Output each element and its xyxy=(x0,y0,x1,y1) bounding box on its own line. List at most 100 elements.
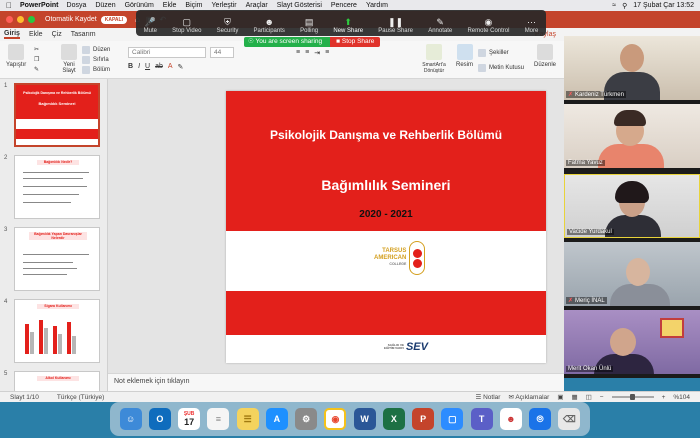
excel-icon[interactable]: X xyxy=(382,408,405,430)
language-indicator[interactable]: Türkçe (Türkiye) xyxy=(57,394,104,401)
indent-icon[interactable]: ⇥ xyxy=(314,49,320,57)
participant-tile[interactable]: Fatma Yavuz xyxy=(564,104,700,168)
zoom-slider-thumb[interactable] xyxy=(629,394,635,400)
thumbnail-slide[interactable]: Psikolojik Danışma ve Rehberlik Bölümü B… xyxy=(14,83,100,147)
sorter-view-icon[interactable]: ▦ xyxy=(571,393,577,401)
align-icon[interactable]: ≡ xyxy=(325,49,329,57)
teams-icon[interactable]: T xyxy=(470,408,493,430)
participant-tile-active-speaker[interactable]: Vacide Yurdakul xyxy=(564,174,700,238)
wifi-icon[interactable]: ≈ xyxy=(612,2,616,9)
zoom-out-icon[interactable]: − xyxy=(600,394,604,401)
participant-tile[interactable]: Merit Okan Ünlü xyxy=(564,310,700,374)
notes-pane[interactable]: Not eklemek için tıklayın xyxy=(108,373,564,391)
thumbnail-slide[interactable]: Bağımlılık Nedir? xyxy=(14,155,100,219)
copy-icon[interactable]: ❐ xyxy=(34,56,39,63)
minimize-window-button[interactable] xyxy=(17,16,24,23)
safari-icon[interactable]: ⦾ xyxy=(529,408,552,430)
trash-icon[interactable]: ⌫ xyxy=(558,408,581,430)
new-slide-button[interactable]: Yeni Slayt xyxy=(56,44,82,74)
menu-gorunum[interactable]: Görünüm xyxy=(125,2,154,9)
reminders-icon[interactable]: ≡ xyxy=(207,408,230,430)
thumbnail-1[interactable]: 1 Psikolojik Danışma ve Rehberlik Bölümü… xyxy=(4,83,100,147)
comments-toggle[interactable]: ✉ Açıklamalar xyxy=(508,393,549,401)
stop-share-button[interactable]: ■ Stop Share xyxy=(330,37,381,47)
menu-yerlestir[interactable]: Yerleştir xyxy=(212,2,237,9)
participant-tile[interactable]: ✗ Kardeniz Türkmen xyxy=(564,36,700,100)
zoom-in-icon[interactable]: + xyxy=(662,394,666,401)
thumbnail-2[interactable]: 2 Bağımlılık Nedir? xyxy=(4,155,100,219)
menu-bicim[interactable]: Biçim xyxy=(185,2,202,9)
chrome-icon[interactable]: ◉ xyxy=(324,408,347,430)
reset-button[interactable]: Sıfırla xyxy=(82,56,109,64)
outlook-icon[interactable]: O xyxy=(148,408,171,430)
thumbnail-slide[interactable]: Sigara Kullanımı xyxy=(14,299,100,363)
app-store-icon[interactable]: A xyxy=(265,408,288,430)
notes-app-icon[interactable]: ☰ xyxy=(236,408,259,430)
smartart-button[interactable]: SmartArt'a Dönüştür xyxy=(414,44,454,74)
close-window-button[interactable] xyxy=(6,16,13,23)
underline-icon[interactable]: U xyxy=(145,63,150,71)
reading-view-icon[interactable]: ◫ xyxy=(586,393,592,401)
normal-view-icon[interactable]: ▣ xyxy=(557,393,563,401)
section-button[interactable]: Bölüm xyxy=(82,66,110,74)
notes-placeholder[interactable]: Not eklemek için tıklayın xyxy=(114,378,189,385)
apple-icon[interactable]:  xyxy=(6,1,12,10)
font-name-select[interactable]: Calibri xyxy=(128,47,206,58)
security-button[interactable]: ⛨ Security xyxy=(217,17,239,34)
bullets-icon[interactable]: ≡ xyxy=(296,49,300,57)
calendar-icon[interactable]: ŞUB 17 xyxy=(178,408,201,430)
cut-icon[interactable]: ✂ xyxy=(34,46,39,53)
italic-icon[interactable]: I xyxy=(138,63,140,71)
menu-araclar[interactable]: Araçlar xyxy=(246,2,268,9)
mute-button[interactable]: 🎤 Mute xyxy=(144,17,157,34)
font-color-icon[interactable]: A xyxy=(168,63,173,71)
menu-yardim[interactable]: Yardım xyxy=(366,2,388,9)
layout-button[interactable]: Düzen xyxy=(82,46,110,54)
menu-duzen[interactable]: Düzen xyxy=(95,2,115,9)
finder-icon[interactable]: ☺ xyxy=(119,408,142,430)
app-menu[interactable]: PowerPoint xyxy=(20,2,59,9)
picture-button[interactable]: Resim xyxy=(456,44,473,68)
tab-ekle[interactable]: Ekle xyxy=(29,31,43,38)
remote-control-button[interactable]: ◉ Remote Control xyxy=(467,17,509,34)
participants-button[interactable]: ☻ Participants xyxy=(254,17,285,34)
thumbnail-slide[interactable]: Bağımlılık Yapan Davranışlar Nelerdir xyxy=(14,227,100,291)
autosave-toggle[interactable]: KAPALI xyxy=(100,15,127,24)
tab-ciz[interactable]: Çiz xyxy=(52,31,62,38)
date-time[interactable]: 17 Şubat Çar 13:52 xyxy=(633,2,694,9)
tab-giris[interactable]: Giriş xyxy=(4,30,20,39)
shapes-button[interactable]: Şekiller xyxy=(478,49,509,57)
bold-icon[interactable]: B xyxy=(128,63,133,71)
powerpoint-icon[interactable]: P xyxy=(412,408,435,430)
menu-ekle[interactable]: Ekle xyxy=(163,2,177,9)
word-icon[interactable]: W xyxy=(353,408,376,430)
thumbnail-5[interactable]: 5 Alkol Kullanımı xyxy=(4,371,100,391)
menu-slayt-gosterisi[interactable]: Slayt Gösterisi xyxy=(277,2,322,9)
new-share-button[interactable]: ⬆ New Share xyxy=(333,17,363,34)
pause-share-button[interactable]: ❚❚ Pause Share xyxy=(378,17,413,34)
system-preferences-icon[interactable]: ⚙ xyxy=(295,408,318,430)
numbering-icon[interactable]: ≡ xyxy=(305,49,309,57)
tab-tasarim[interactable]: Tasarım xyxy=(71,31,96,38)
polling-button[interactable]: ▤ Polling xyxy=(300,17,318,34)
stop-video-button[interactable]: ▢ Stop Video xyxy=(172,17,201,34)
annotate-button[interactable]: ✎ Annotate xyxy=(428,17,452,34)
paste-button[interactable]: Yapıştır xyxy=(6,44,26,68)
slide-title[interactable]: Bağımlılık Semineri xyxy=(226,177,546,193)
slide-department[interactable]: Psikolojik Danışma ve Rehberlik Bölümü xyxy=(226,128,546,142)
textbox-button[interactable]: Metin Kutusu xyxy=(478,64,524,72)
notes-toggle[interactable]: ☰ Notlar xyxy=(475,393,500,401)
current-slide[interactable]: Psikolojik Danışma ve Rehberlik Bölümü B… xyxy=(226,91,546,363)
strikethrough-icon[interactable]: ab xyxy=(155,63,163,71)
zoom-window-button[interactable] xyxy=(28,16,35,23)
zoom-level[interactable]: %104 xyxy=(673,394,690,401)
menu-dosya[interactable]: Dosya xyxy=(67,2,87,9)
highlight-icon[interactable]: ✎ xyxy=(178,63,184,71)
slide-year[interactable]: 2020 - 2021 xyxy=(226,209,546,220)
zoom-slider[interactable] xyxy=(611,394,654,400)
font-size-select[interactable]: 44 xyxy=(210,47,234,58)
arrange-button[interactable]: Düzenle xyxy=(534,44,556,68)
thumbnail-4[interactable]: 4 Sigara Kullanımı xyxy=(4,299,100,363)
format-painter-icon[interactable]: ✎ xyxy=(34,66,39,73)
search-icon[interactable]: ⚲ xyxy=(622,2,627,10)
